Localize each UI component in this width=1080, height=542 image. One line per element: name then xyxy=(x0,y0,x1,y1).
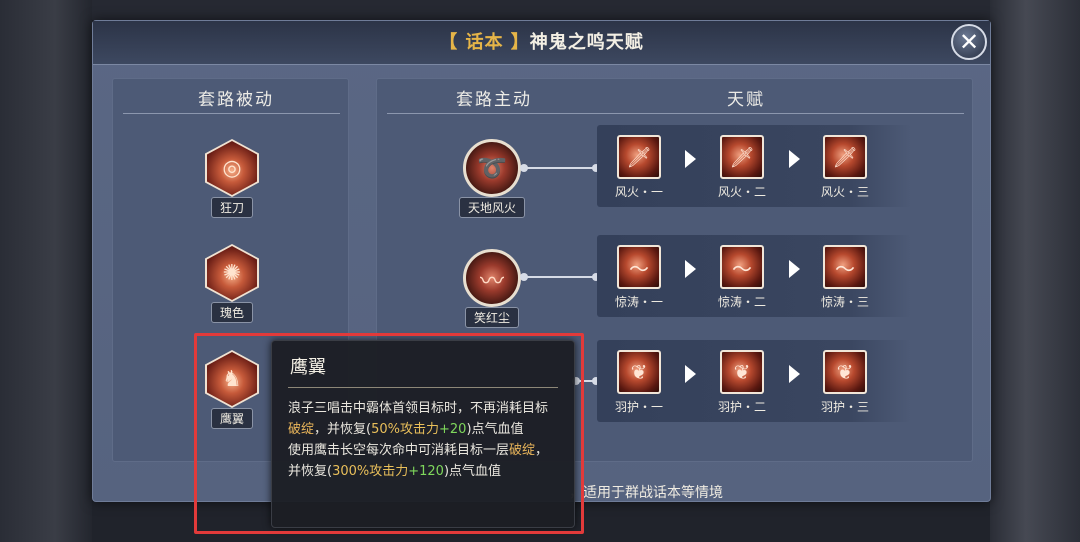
talent-row-jingtao: 〜 惊涛・一 〜 惊涛・二 〜 惊涛・三 xyxy=(597,235,911,317)
whirlwind-icon: ➰ xyxy=(463,139,521,197)
tooltip-body: 浪子三唱击中霸体首领目标时，不再消耗目标破绽，并恢复(50%攻击力+20)点气血… xyxy=(288,398,558,482)
arrow-right-icon xyxy=(789,365,800,383)
talent-label: 风火・三 xyxy=(820,185,869,199)
active-header: 套路主动 xyxy=(456,90,532,110)
talent-node[interactable]: 〜 惊涛・二 xyxy=(712,245,772,310)
sword-icon: 🗡 xyxy=(720,135,764,179)
tooltip-keyword: 破绽 xyxy=(509,443,536,458)
title-tag: 【 话本 】 xyxy=(439,32,530,53)
talent-label: 风火・一 xyxy=(614,185,663,199)
header-divider xyxy=(387,113,964,114)
talent-row-fenghuo: 🗡 风火・一 🗡 风火・二 🗡 风火・三 xyxy=(597,125,911,207)
arrow-right-icon xyxy=(685,260,696,278)
tooltip-value: 50%攻击力 xyxy=(371,422,439,437)
connector-line xyxy=(520,273,600,281)
arrow-right-icon xyxy=(789,150,800,168)
tooltip-bonus: +20 xyxy=(439,422,467,437)
passive-header: 套路被动 xyxy=(198,90,274,110)
talent-node[interactable]: 🗡 风火・二 xyxy=(712,135,772,200)
talent-header: 天赋 xyxy=(727,90,765,110)
active-skill-xiaohongchen[interactable]: 〰 笑红尘 xyxy=(452,249,532,328)
talent-node[interactable]: ❦ 羽护・三 xyxy=(815,350,875,415)
close-button[interactable]: ✕ xyxy=(951,24,987,60)
close-icon: ✕ xyxy=(958,28,980,56)
passive-skill-kuangdao[interactable]: ◎ 狂刀 xyxy=(192,139,272,218)
talent-label: 惊涛・二 xyxy=(717,295,766,309)
skill-label: 鹰翼 xyxy=(210,408,253,429)
skill-label: 天地风火 xyxy=(458,197,525,218)
background-top xyxy=(92,0,990,20)
talent-label: 惊涛・一 xyxy=(614,295,663,309)
wave-slash-icon: 〜 xyxy=(823,245,867,289)
spin-slash-icon: 〰 xyxy=(463,249,521,307)
skill-tooltip: 鹰翼 浪子三唱击中霸体首领目标时，不再消耗目标破绽，并恢复(50%攻击力+20)… xyxy=(271,340,575,528)
tooltip-title: 鹰翼 xyxy=(288,351,558,388)
talent-node[interactable]: 〜 惊涛・一 xyxy=(609,245,669,310)
dialog-title-bar: 【 话本 】神鬼之鸣天赋 xyxy=(93,21,990,65)
talent-node[interactable]: 🗡 风火・一 xyxy=(609,135,669,200)
tooltip-text: )点气血值 xyxy=(466,422,524,437)
wave-slash-icon: 〜 xyxy=(617,245,661,289)
arrow-right-icon xyxy=(789,260,800,278)
active-skill-tiandifenghuo[interactable]: ➰ 天地风火 xyxy=(452,139,532,218)
skill-label: 瑰色 xyxy=(210,302,253,323)
feather-shield-icon: ❦ xyxy=(617,350,661,394)
sword-icon: 🗡 xyxy=(823,135,867,179)
passive-skill-guise[interactable]: ✺ 瑰色 xyxy=(192,244,272,323)
talent-node[interactable]: ❦ 羽护・一 xyxy=(609,350,669,415)
footer-description: ，适用于群战话本等情境 xyxy=(569,485,723,501)
tooltip-value: 300%攻击力 xyxy=(332,464,409,479)
talent-label: 羽护・一 xyxy=(614,400,663,414)
tooltip-keyword: 破绽 xyxy=(288,422,315,437)
arrow-right-icon xyxy=(685,365,696,383)
talent-label: 惊涛・三 xyxy=(820,295,869,309)
tooltip-bonus: +120 xyxy=(408,464,444,479)
background-left xyxy=(0,0,92,542)
wave-slash-icon: 〜 xyxy=(720,245,764,289)
header-divider xyxy=(123,113,340,114)
tooltip-text: ，并恢复( xyxy=(314,422,372,437)
sunburst-icon: ✺ xyxy=(207,246,257,300)
talent-label: 羽护・二 xyxy=(717,400,766,414)
warrior-figure-icon: ♞ xyxy=(207,352,257,406)
feather-shield-icon: ❦ xyxy=(823,350,867,394)
talent-node[interactable]: 〜 惊涛・三 xyxy=(815,245,875,310)
talent-label: 羽护・三 xyxy=(820,400,869,414)
dialog-title: 神鬼之鸣天赋 xyxy=(529,32,644,53)
slash-swirl-icon: ◎ xyxy=(207,141,257,195)
connector-line xyxy=(520,164,600,172)
skill-label: 狂刀 xyxy=(210,197,253,218)
tooltip-text: )点气血值 xyxy=(443,464,502,479)
passive-skill-yingyi[interactable]: ♞ 鹰翼 xyxy=(192,350,272,429)
tooltip-text: 使用鹰击长空每次命中可消耗目标一层 xyxy=(288,443,510,458)
connector-line xyxy=(572,377,600,385)
sword-icon: 🗡 xyxy=(617,135,661,179)
talent-row-yuhu: ❦ 羽护・一 ❦ 羽护・二 ❦ 羽护・三 xyxy=(597,340,911,422)
tooltip-text: 浪子三唱击中霸体首领目标时，不再消耗目标 xyxy=(288,401,549,416)
talent-label: 风火・二 xyxy=(717,185,766,199)
skill-label: 笑红尘 xyxy=(464,307,519,328)
talent-node[interactable]: 🗡 风火・三 xyxy=(815,135,875,200)
arrow-right-icon xyxy=(685,150,696,168)
talent-node[interactable]: ❦ 羽护・二 xyxy=(712,350,772,415)
background-right xyxy=(990,0,1080,542)
feather-shield-icon: ❦ xyxy=(720,350,764,394)
